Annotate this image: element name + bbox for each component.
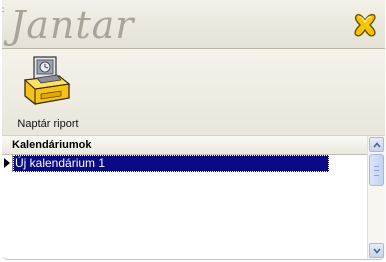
corner-mark: : xyxy=(2,5,5,14)
toolbar: Naptár riport xyxy=(2,49,385,136)
list-column-header: Kalendáriumok xyxy=(2,136,368,155)
row-indicator xyxy=(2,155,13,172)
close-button[interactable] xyxy=(351,11,379,39)
calendar-report-printer-icon xyxy=(23,56,71,105)
current-row-arrow-icon xyxy=(4,158,10,168)
app-logo: Jantar xyxy=(10,2,134,48)
close-x-icon xyxy=(354,13,376,37)
scroll-down-button[interactable] xyxy=(369,243,384,258)
list-item-label[interactable]: Új kalendárium 1 xyxy=(13,155,329,172)
app-logo-text: Jantar xyxy=(10,3,135,47)
calendar-list: Kalendáriumok Új kalendárium 1 xyxy=(2,136,385,259)
scroll-down-arrow-icon xyxy=(373,248,381,254)
title-bar: : Jantar xyxy=(2,0,385,49)
scroll-up-arrow-icon xyxy=(373,142,381,148)
column-title: Kalendáriumok xyxy=(12,139,92,151)
calendar-report-button[interactable]: Naptár riport xyxy=(6,52,90,132)
scroll-thumb[interactable] xyxy=(369,154,384,186)
vertical-scrollbar[interactable] xyxy=(367,136,385,259)
list-item[interactable]: Új kalendárium 1 xyxy=(2,155,368,172)
scroll-grip-icon xyxy=(374,166,379,176)
scroll-up-button[interactable] xyxy=(369,137,384,152)
calendar-report-label: Naptár riport xyxy=(17,118,79,130)
main-panel: : Jantar Naptár riport Kalendáriumok Új … xyxy=(2,0,385,260)
